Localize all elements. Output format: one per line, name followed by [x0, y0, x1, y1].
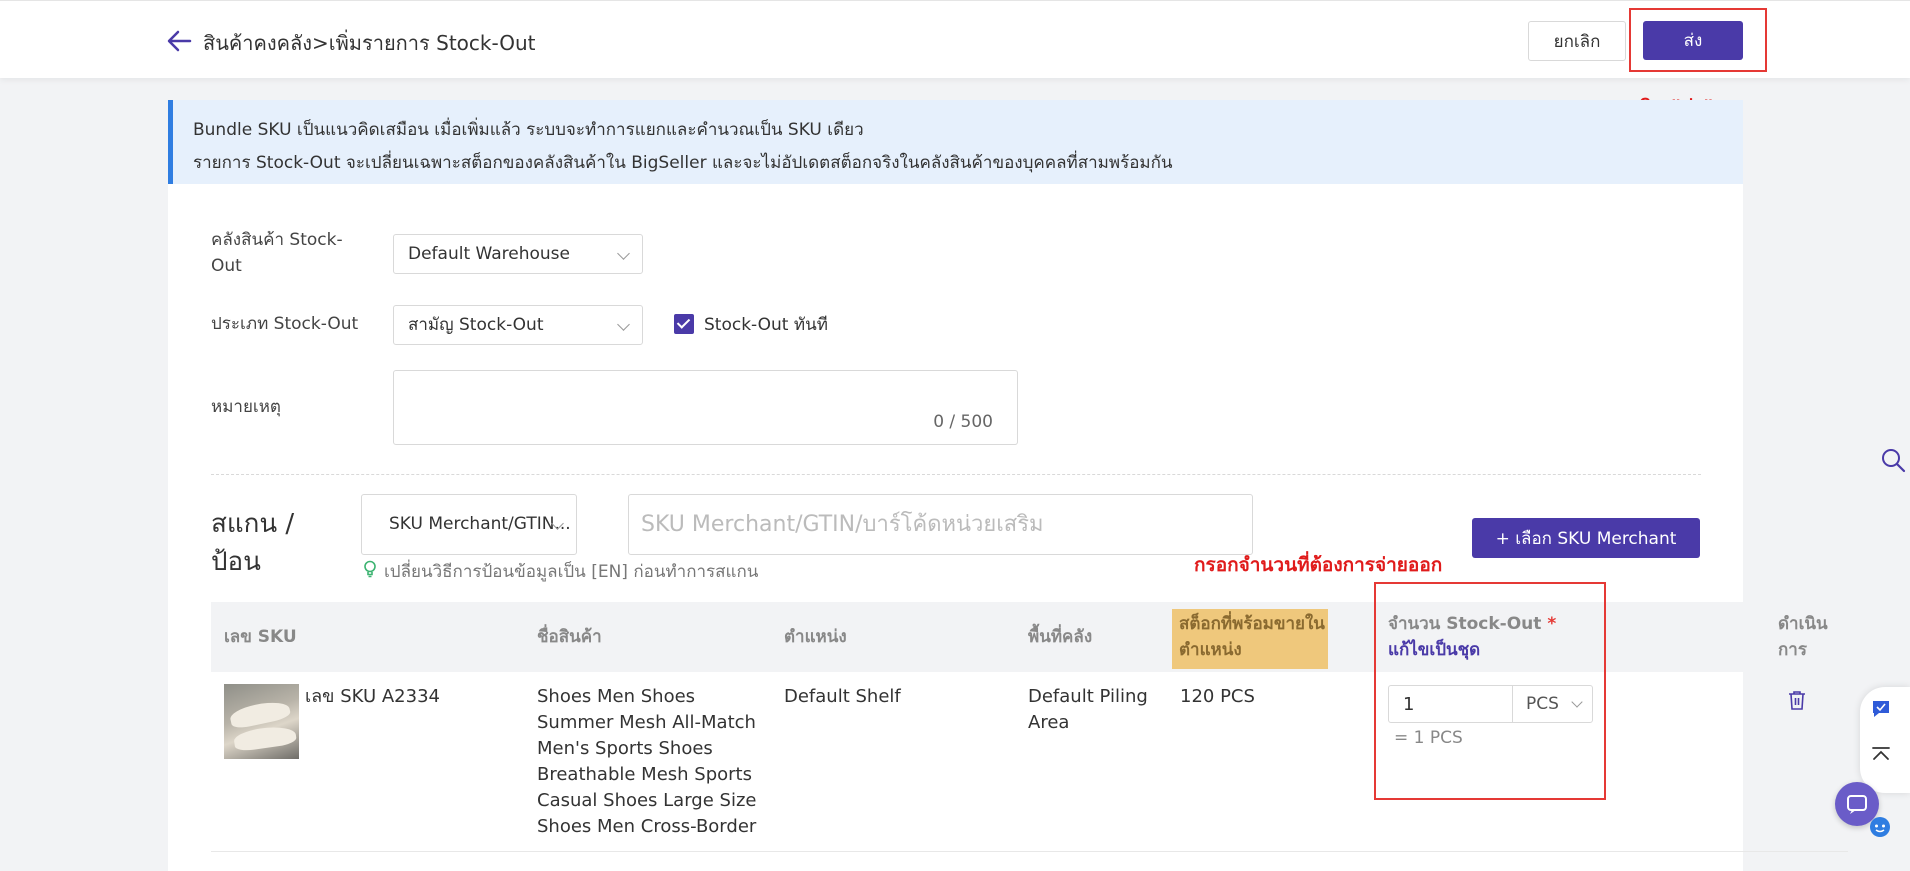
notice-line-1: Bundle SKU เป็นแนวคิดเสมือน เมื่อเพิ่มแล… — [193, 120, 864, 140]
row-area: Default Piling Area — [1028, 686, 1148, 733]
immediate-stockout-checkbox[interactable] — [674, 314, 694, 334]
cancel-button[interactable]: ยกเลิก — [1528, 21, 1626, 61]
product-thumbnail — [224, 684, 299, 759]
choose-sku-merchant-button[interactable]: + เลือก SKU Merchant — [1472, 518, 1700, 558]
note-textarea[interactable]: 0 / 500 — [393, 370, 1018, 445]
notice-line-2: รายการ Stock-Out จะเปลี่ยนเฉพาะสต็อกของค… — [193, 153, 1173, 173]
back-to-top-icon[interactable] — [1870, 745, 1892, 767]
chevron-down-icon — [617, 318, 630, 331]
row-divider — [211, 851, 1848, 852]
warehouse-label: คลังสินค้า Stock-Out — [211, 230, 343, 276]
assistant-bot-icon[interactable] — [1868, 815, 1892, 839]
scan-mode-value: SKU Merchant/GTIN... — [389, 514, 571, 534]
scan-input[interactable] — [628, 494, 1253, 555]
note-char-counter: 0 / 500 — [933, 412, 993, 432]
submit-highlight-box — [1629, 8, 1767, 72]
info-notice: Bundle SKU เป็นแนวคิดเสมือน เมื่อเพิ่มแล… — [168, 100, 1743, 184]
type-select[interactable]: สามัญ Stock-Out — [393, 305, 643, 345]
row-sku: เลข SKU A2334 — [305, 686, 440, 707]
shoe-shape — [228, 697, 292, 731]
scan-mode-select[interactable]: SKU Merchant/GTIN... — [361, 494, 577, 555]
warehouse-select-value: Default Warehouse — [408, 244, 570, 264]
type-label: ประเภท Stock-Out — [211, 314, 359, 334]
shoe-shape — [232, 723, 298, 753]
feedback-icon[interactable] — [1870, 698, 1892, 720]
section-divider — [211, 474, 1701, 475]
type-select-value: สามัญ Stock-Out — [408, 315, 544, 335]
quantity-annotation: กรอกจำนวนที่ต้องการจ่ายออก — [1194, 554, 1443, 576]
immediate-stockout-label[interactable]: Stock-Out ทันที — [704, 311, 828, 338]
quantity-highlight-box — [1374, 582, 1606, 800]
row-product-name: Shoes Men Shoes Summer Mesh All-Match Me… — [537, 686, 757, 837]
row-location: Default Shelf — [784, 686, 901, 707]
scan-hint: เปลี่ยนวิธีการป้อนข้อมูลเป็น [EN] ก่อนทำ… — [384, 562, 759, 582]
header-area: พื้นที่คลัง — [1028, 627, 1093, 647]
header-name: ชื่อสินค้า — [537, 627, 602, 647]
warehouse-select[interactable]: Default Warehouse — [393, 234, 643, 274]
scan-label: สแกน / ป้อน — [211, 509, 295, 577]
trash-icon[interactable] — [1788, 690, 1806, 710]
arrow-left-icon[interactable] — [166, 29, 192, 53]
search-icon[interactable] — [1880, 447, 1906, 473]
header-sku: เลข SKU — [224, 627, 297, 647]
chevron-down-icon — [617, 247, 630, 260]
breadcrumb: สินค้าคงคลัง>เพิ่มรายการ Stock-Out — [203, 31, 536, 55]
lightbulb-icon — [364, 560, 376, 578]
top-bar: สินค้าคงคลัง>เพิ่มรายการ Stock-Out ยกเลิ… — [0, 0, 1910, 78]
row-stock: 120 PCS — [1180, 686, 1255, 707]
header-action: ดำเนินการ — [1778, 614, 1828, 660]
header-stock: สต็อกที่พร้อมขายในตำแหน่ง — [1179, 614, 1325, 660]
header-location: ตำแหน่ง — [784, 627, 847, 647]
note-label: หมายเหตุ — [211, 397, 281, 417]
